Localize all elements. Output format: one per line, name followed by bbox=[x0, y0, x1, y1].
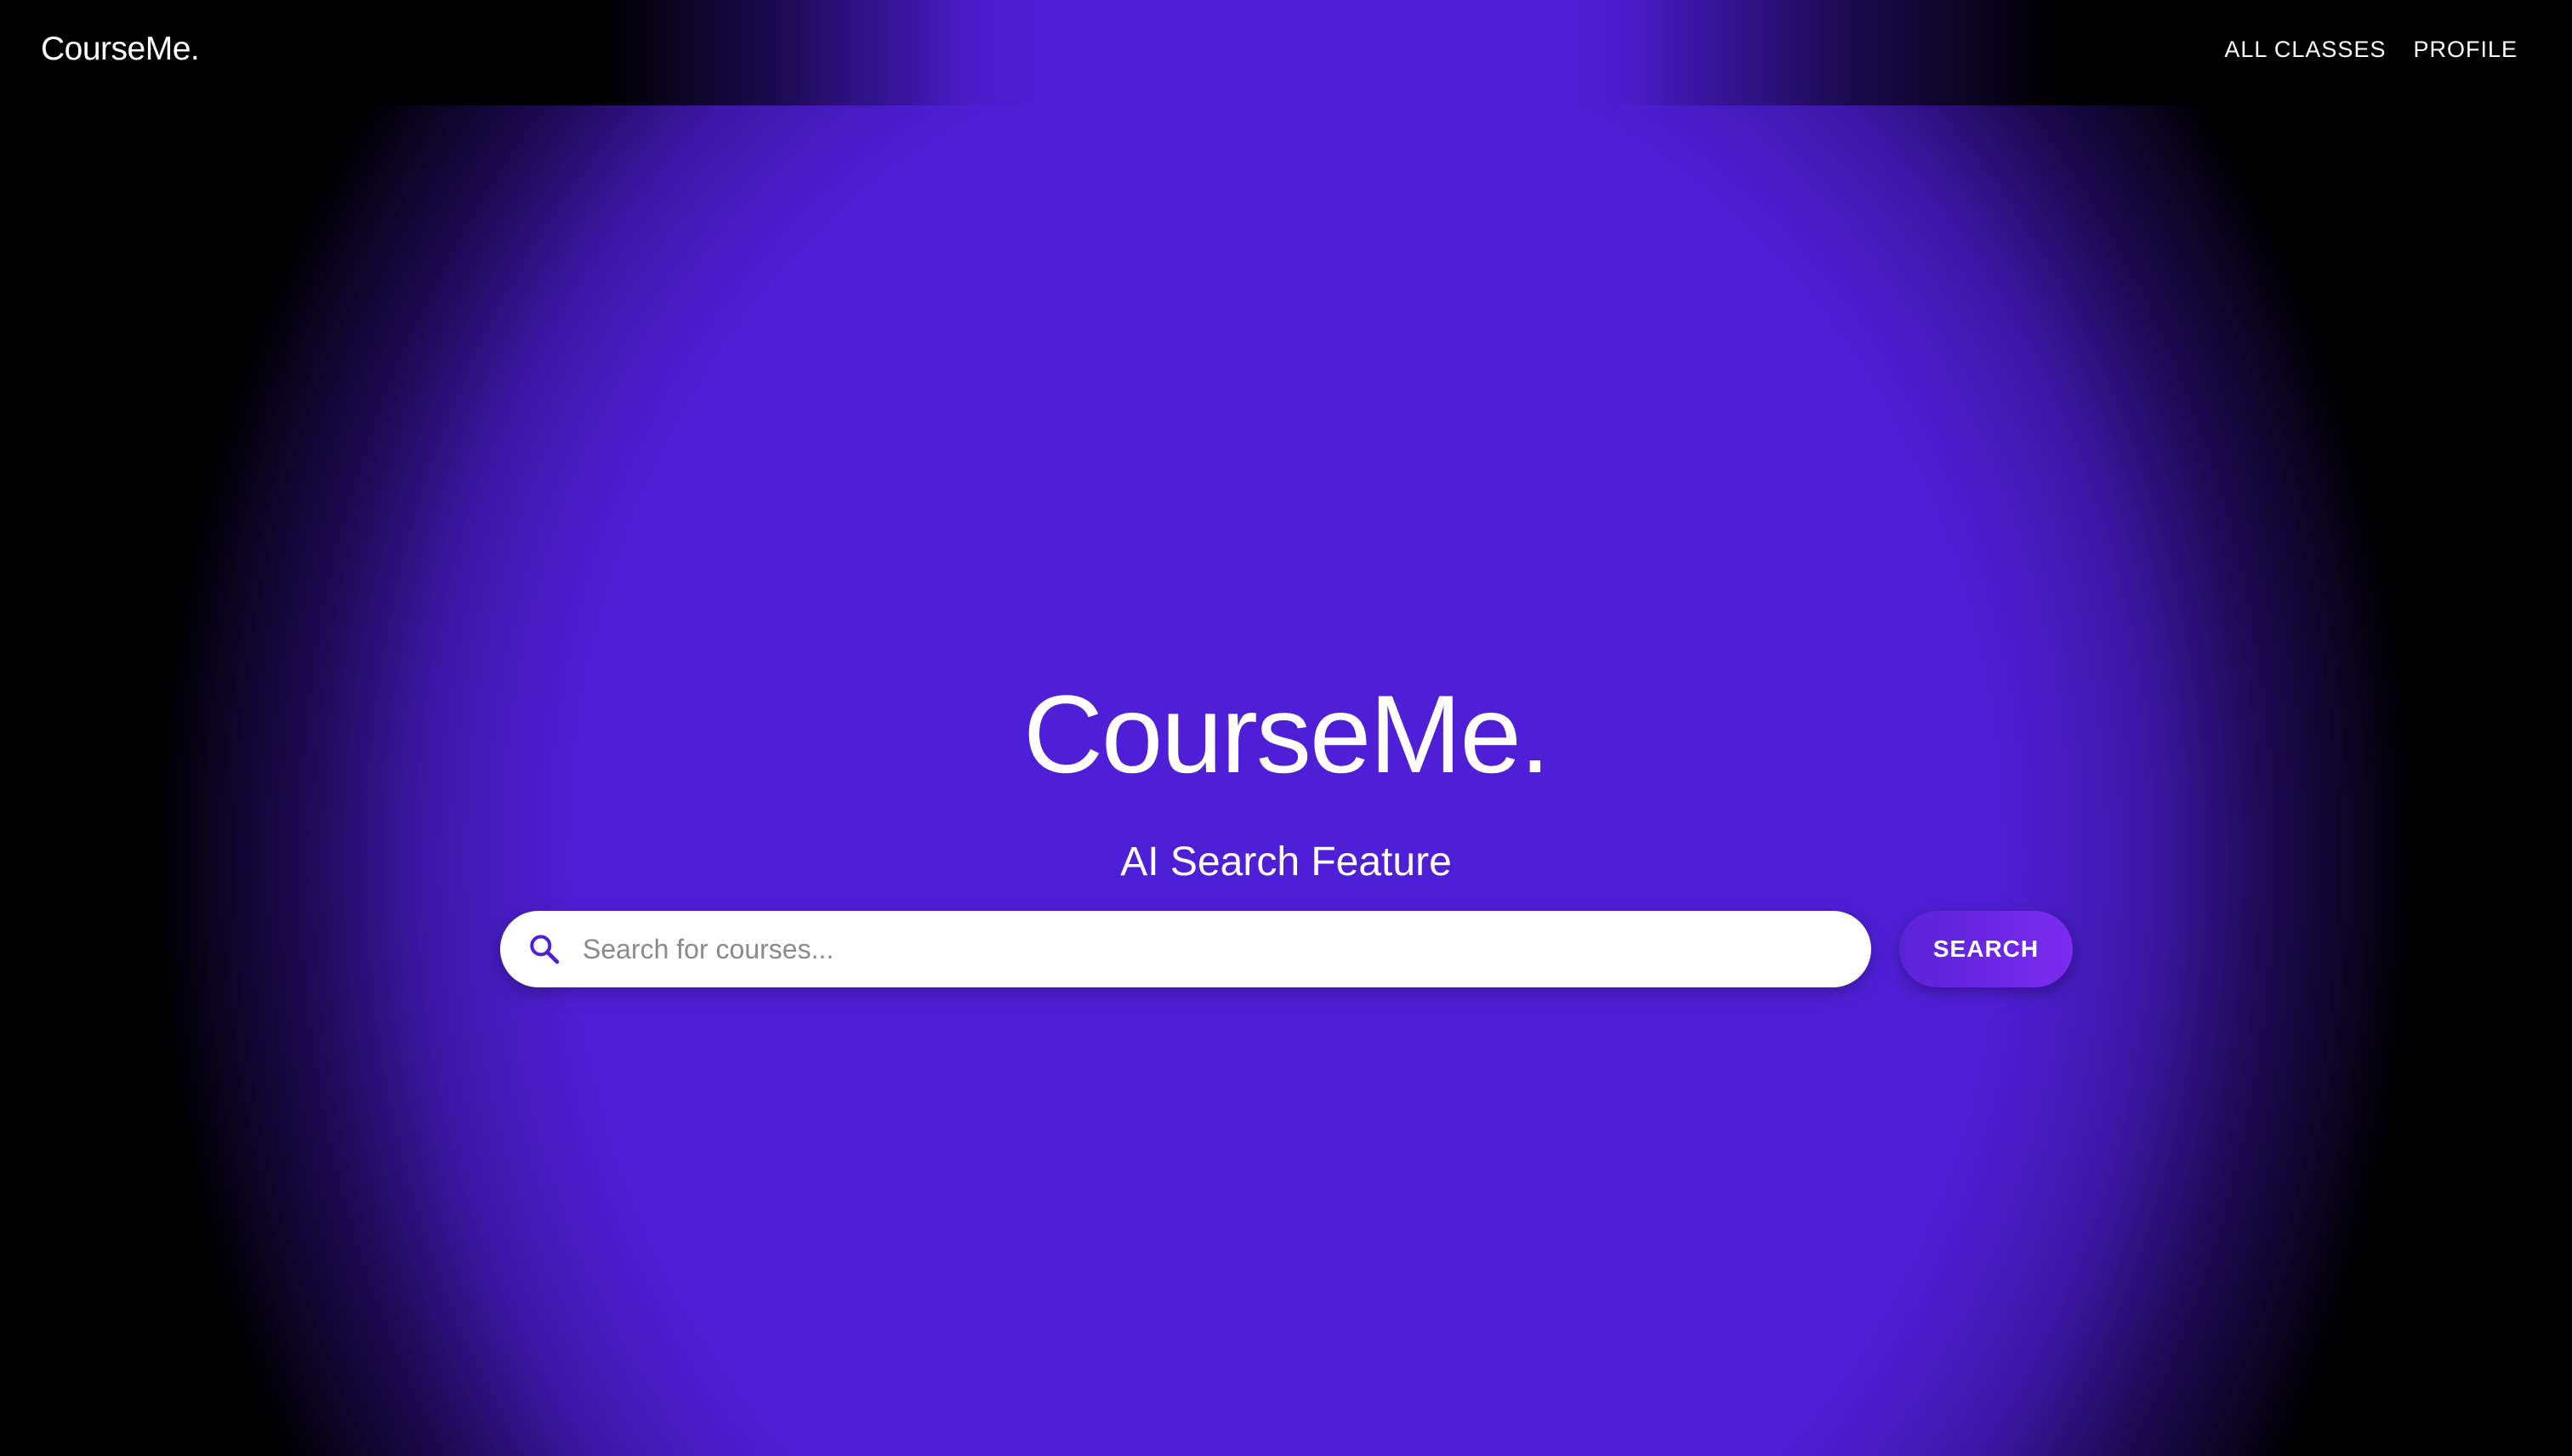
nav-profile-link[interactable]: PROFILE bbox=[2413, 37, 2518, 63]
hero-title: CourseMe. bbox=[1023, 672, 1551, 796]
search-icon bbox=[530, 935, 560, 964]
search-button[interactable]: SEARCH bbox=[1899, 911, 2073, 987]
search-box[interactable] bbox=[500, 911, 1871, 987]
nav-all-classes-link[interactable]: ALL CLASSES bbox=[2224, 37, 2386, 63]
page: CourseMe. ALL CLASSES PROFILE CourseMe. … bbox=[0, 0, 2572, 1456]
search-input[interactable] bbox=[583, 911, 1841, 987]
top-header: CourseMe. ALL CLASSES PROFILE bbox=[0, 0, 2572, 105]
brand-logo[interactable]: CourseMe. bbox=[41, 31, 200, 68]
hero-subtitle: AI Search Feature bbox=[1120, 839, 1452, 884]
top-nav: ALL CLASSES PROFILE bbox=[2224, 37, 2518, 63]
